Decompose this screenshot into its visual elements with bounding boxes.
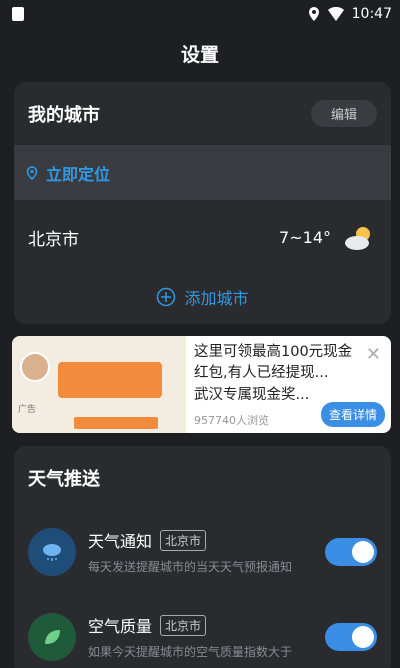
partly-cloudy-icon bbox=[345, 226, 370, 250]
page-title: 设置 bbox=[180, 44, 219, 66]
my-cities-title: 我的城市 bbox=[28, 104, 100, 126]
ad-image-button bbox=[74, 417, 158, 429]
air-quality-toggle[interactable] bbox=[325, 622, 377, 651]
locate-now-button[interactable]: 立即定位 bbox=[14, 145, 391, 200]
wifi-icon bbox=[327, 7, 344, 21]
location-pin-icon bbox=[26, 165, 38, 180]
air-quality-label: 空气质量 bbox=[88, 617, 153, 636]
edit-button[interactable]: 编辑 bbox=[311, 100, 377, 127]
push-item-weather-notice: 天气通知 北京市 每天发送提醒城市的当天天气预报通知 bbox=[14, 509, 391, 594]
location-icon bbox=[308, 7, 319, 21]
city-temp: 7~14° bbox=[279, 228, 331, 247]
add-city-label: 添加城市 bbox=[184, 289, 249, 308]
add-city-button[interactable]: 添加城市 bbox=[14, 275, 391, 319]
weather-notice-toggle[interactable] bbox=[325, 537, 377, 566]
weather-push-title: 天气推送 bbox=[28, 468, 100, 490]
weather-notice-icon bbox=[28, 527, 76, 576]
add-circle-icon bbox=[157, 287, 176, 307]
close-icon[interactable]: ✕ bbox=[366, 344, 381, 365]
weather-notice-label: 天气通知 bbox=[88, 532, 153, 551]
status-bar: 10:47 bbox=[0, 0, 400, 28]
status-time: 10:47 bbox=[351, 6, 392, 22]
ad-badge: 广告 bbox=[18, 405, 37, 415]
ad-image: 广告 bbox=[12, 336, 186, 433]
city-tag: 北京市 bbox=[160, 614, 207, 636]
notification-icon bbox=[12, 7, 24, 21]
city-tag: 北京市 bbox=[160, 529, 207, 551]
city-name: 北京市 bbox=[28, 230, 79, 250]
ad-banner[interactable]: 广告 这里可领最高100元现金红包,有人已经提现... 武汉专属现金奖... 9… bbox=[12, 336, 391, 433]
ad-view-details-button[interactable]: 查看详情 bbox=[320, 402, 385, 427]
leaf-icon bbox=[28, 612, 76, 661]
ad-image-bubble bbox=[58, 362, 162, 398]
ad-title: 这里可领最高100元现金红包,有人已经提现... bbox=[194, 344, 353, 381]
my-cities-card: 我的城市 编辑 立即定位 北京市 7~14° 添加城市 bbox=[14, 82, 391, 324]
weather-push-card: 天气推送 天气通知 北京市 每天发送提醒城市的当天天气预报通知 空气质量 北京市… bbox=[14, 446, 391, 668]
avatar bbox=[20, 352, 50, 382]
weather-notice-desc: 每天发送提醒城市的当天天气预报通知 bbox=[88, 560, 293, 574]
city-item[interactable]: 北京市 7~14° bbox=[14, 200, 391, 275]
locate-now-label: 立即定位 bbox=[46, 164, 111, 184]
push-item-air-quality: 空气质量 北京市 如果今天提醒城市的空气质量指数大于 bbox=[14, 594, 391, 668]
air-quality-desc: 如果今天提醒城市的空气质量指数大于 bbox=[88, 645, 293, 659]
